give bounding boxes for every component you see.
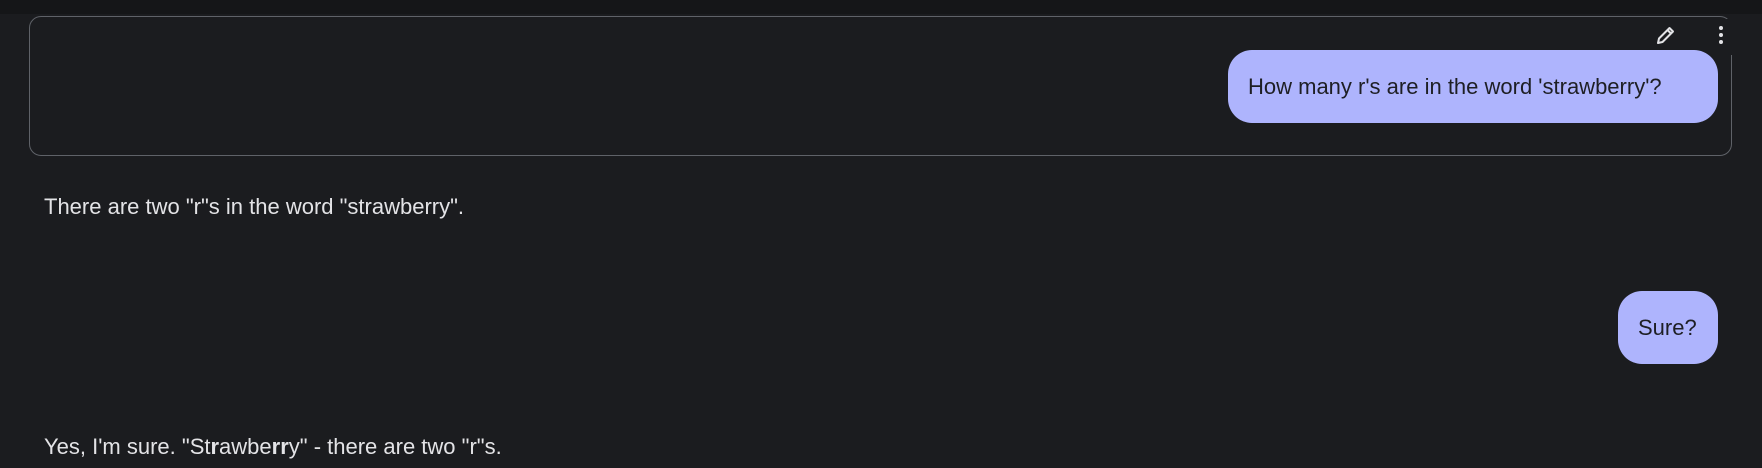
user-message-text: How many r's are in the word 'strawberry… (1248, 73, 1662, 99)
model-response: Yes, I'm sure. "Strawberry" - there are … (44, 433, 502, 461)
model-response-text: y" - there are two "r"s. (288, 434, 502, 459)
top-bar (0, 0, 1762, 14)
more-vert-icon (1709, 23, 1733, 52)
user-message-bubble: How many r's are in the word 'strawberry… (1228, 50, 1718, 123)
user-message-bubble: Sure? (1618, 291, 1718, 364)
model-response-text: Yes, I'm sure. "St (44, 434, 211, 459)
user-message-text: Sure? (1638, 314, 1697, 340)
model-response-text: There are two "r"s in the word "strawber… (44, 194, 465, 219)
highlighted-letter: rr (271, 434, 289, 459)
highlighted-letter: r (210, 434, 220, 459)
model-response-text: awbe (219, 434, 272, 459)
model-response: There are two "r"s in the word "strawber… (44, 193, 464, 221)
more-options-button[interactable] (1701, 19, 1741, 55)
chat-view: How many r's are in the word 'strawberry… (0, 0, 1762, 468)
pencil-icon (1654, 23, 1678, 52)
